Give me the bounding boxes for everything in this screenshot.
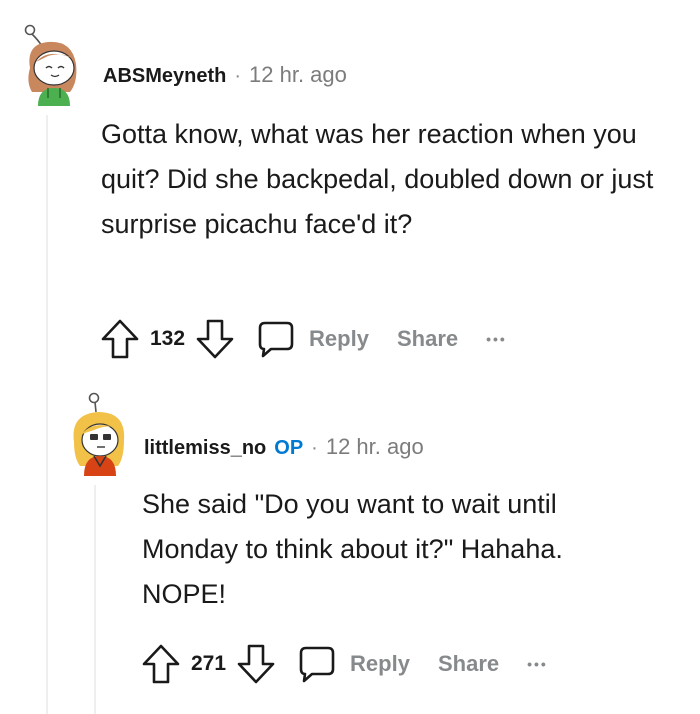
meta-separator: · bbox=[311, 437, 318, 459]
timestamp[interactable]: 12 hr. ago bbox=[249, 62, 347, 88]
more-options-button[interactable]: ••• bbox=[486, 331, 507, 347]
thread-line-reply[interactable] bbox=[94, 485, 96, 714]
meta-separator: · bbox=[234, 65, 242, 87]
downvote-icon[interactable] bbox=[195, 318, 235, 360]
reply-body: She said "Do you want to wait until Mond… bbox=[142, 482, 682, 617]
comment-body: Gotta know, what was her reaction when y… bbox=[101, 119, 654, 239]
reply-bubble-icon[interactable] bbox=[298, 645, 336, 683]
snoo-avatar-orange-icon bbox=[73, 392, 125, 476]
comment-actions: 132 Reply Share ••• bbox=[100, 318, 507, 360]
username[interactable]: ABSMeyneth bbox=[103, 65, 226, 88]
snoo-avatar-green-icon bbox=[24, 24, 77, 106]
reply-button[interactable]: Reply bbox=[350, 651, 410, 677]
reply-bubble-icon[interactable] bbox=[257, 320, 295, 358]
reply-meta: littlemiss_no OP · 12 hr. ago bbox=[144, 434, 424, 460]
timestamp[interactable]: 12 hr. ago bbox=[326, 434, 424, 460]
share-button[interactable]: Share bbox=[438, 651, 499, 677]
reply-body-line: Monday to think about it?" Hahaha. bbox=[142, 534, 563, 564]
reply-button[interactable]: Reply bbox=[309, 326, 369, 352]
downvote-icon[interactable] bbox=[236, 643, 276, 685]
upvote-icon[interactable] bbox=[100, 318, 140, 360]
username[interactable]: littlemiss_no bbox=[144, 437, 266, 460]
user-avatar-reply[interactable] bbox=[68, 390, 130, 476]
user-avatar[interactable] bbox=[18, 22, 88, 108]
reply-body-line: She said "Do you want to wait until bbox=[142, 489, 557, 519]
op-badge: OP bbox=[274, 437, 304, 459]
upvote-icon[interactable] bbox=[141, 643, 181, 685]
vote-score: 271 bbox=[191, 652, 227, 675]
reply-actions: 271 Reply Share ••• bbox=[141, 643, 548, 685]
comment-meta: ABSMeyneth · 12 hr. ago bbox=[103, 62, 347, 88]
thread-line[interactable] bbox=[46, 115, 48, 714]
more-options-button[interactable]: ••• bbox=[527, 656, 548, 672]
share-button[interactable]: Share bbox=[397, 326, 458, 352]
vote-score: 132 bbox=[150, 327, 186, 350]
reply-body-line: NOPE! bbox=[142, 579, 227, 609]
